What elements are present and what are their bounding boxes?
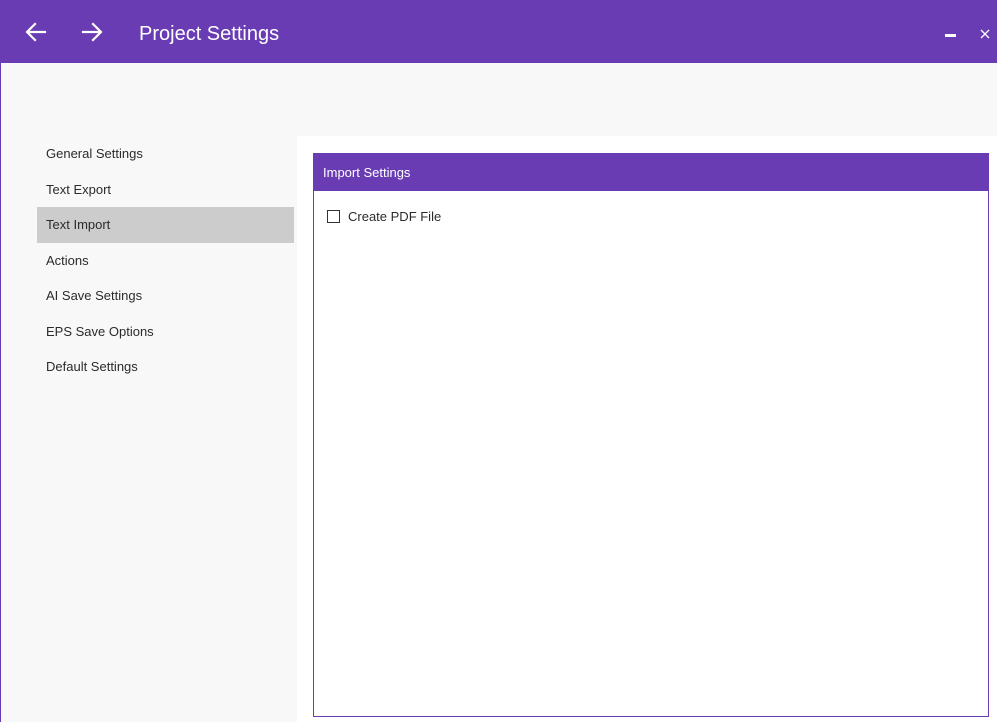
sidebar-item-text-import[interactable]: Text Import: [37, 207, 294, 243]
sidebar-item-text-export[interactable]: Text Export: [1, 172, 296, 208]
sidebar-item-eps-save-options[interactable]: EPS Save Options: [1, 314, 296, 350]
settings-content: Import Settings Create PDF File: [297, 136, 997, 722]
sidebar-item-general-settings[interactable]: General Settings: [1, 136, 296, 172]
sidebar-item-ai-save-settings[interactable]: AI Save Settings: [1, 278, 296, 314]
project-settings-window: Project Settings General Settings Text E…: [0, 0, 997, 722]
window-title: Project Settings: [139, 23, 280, 45]
sidebar-item-label: AI Save Settings: [46, 288, 143, 303]
arrow-left-icon: [25, 22, 47, 42]
settings-sidebar: General Settings Text Export Text Import…: [1, 136, 296, 385]
sidebar-item-label: General Settings: [46, 146, 143, 161]
sidebar-item-label: Default Settings: [46, 359, 138, 374]
minimize-icon: [945, 34, 956, 37]
minimize-button[interactable]: [942, 26, 960, 40]
sidebar-item-default-settings[interactable]: Default Settings: [1, 349, 296, 385]
sidebar-item-label: Actions: [46, 252, 89, 268]
arrow-right-icon: [81, 22, 103, 42]
sidebar-item-label: EPS Save Options: [46, 323, 154, 339]
forward-button[interactable]: [79, 19, 105, 45]
sidebar-item-label: Text Import: [46, 217, 111, 232]
title-bar: Project Settings: [1, 0, 997, 63]
close-icon: [980, 29, 990, 39]
sidebar-item-actions[interactable]: Actions: [1, 243, 296, 279]
sidebar-item-label: Text Export: [46, 181, 112, 197]
create-pdf-label[interactable]: Create PDF File: [348, 209, 441, 224]
panel-header: Import Settings: [314, 154, 988, 191]
close-button[interactable]: [977, 26, 993, 42]
back-button[interactable]: [23, 19, 49, 45]
create-pdf-checkbox[interactable]: [327, 210, 340, 223]
create-pdf-option[interactable]: Create PDF File: [327, 209, 441, 224]
import-settings-panel: Import Settings Create PDF File: [313, 153, 989, 717]
